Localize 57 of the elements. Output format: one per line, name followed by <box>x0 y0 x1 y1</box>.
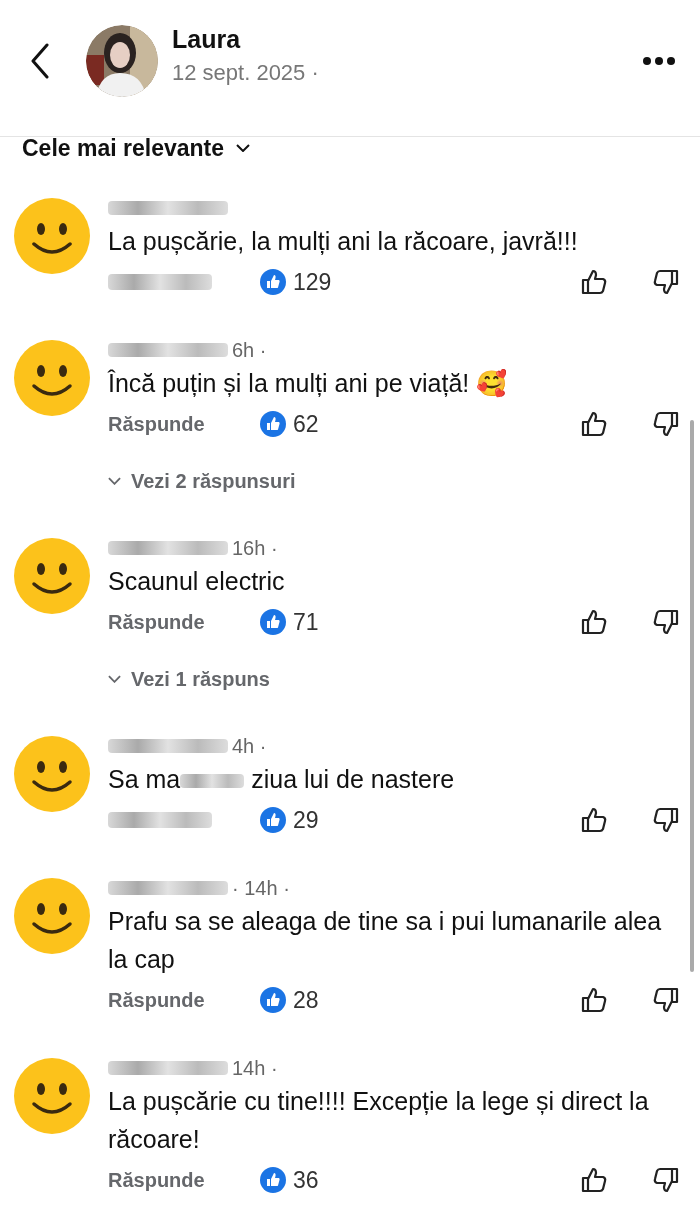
caret-icon <box>108 675 121 683</box>
thumbs-up-icon[interactable] <box>580 410 608 438</box>
like-reaction-icon <box>260 269 286 295</box>
like-reaction-icon <box>260 411 286 437</box>
caret-icon <box>108 477 121 485</box>
comment-text: La pușcărie, la mulți ani la răcoare, javră!!! <box>108 227 578 255</box>
like-count: 129 <box>293 268 332 296</box>
smiley-avatar-icon <box>12 196 92 276</box>
post-date: 12 sept. 2025 · <box>172 59 320 86</box>
back-icon[interactable] <box>30 43 50 79</box>
reply-link[interactable]: Răspunde <box>108 1168 260 1192</box>
thumbs-down-icon[interactable] <box>652 608 680 636</box>
sort-dropdown[interactable]: Cele mai relevante <box>22 135 250 161</box>
comment-text: Scaunul electric <box>108 567 285 595</box>
comment-text: Prafu sa se aleaga de tine sa i pui lumanarile alea la cap <box>108 907 662 973</box>
like-reaction-icon <box>260 609 286 635</box>
caret-icon <box>236 144 250 152</box>
thumbs-down-icon[interactable] <box>652 410 680 438</box>
comment-time: 14h · <box>232 1056 278 1080</box>
like-count: 71 <box>293 608 319 636</box>
comment-text: La pușcărie cu tine!!!! Excepție la lege și direct la răcoare! <box>108 1087 649 1153</box>
comment-text: ziua lui de nastere <box>251 765 455 793</box>
reply-link[interactable]: Răspunde <box>108 988 260 1012</box>
obscured-text <box>180 774 245 789</box>
view-replies-link[interactable]: Vezi 2 răspunsuri <box>108 468 296 494</box>
comment-time: · 14h · <box>232 876 290 900</box>
comment-text: Încă puțin și la mulți ani pe viață! 🥰 <box>108 369 508 397</box>
thumbs-up-icon[interactable] <box>580 268 608 296</box>
thumbs-up-icon[interactable] <box>580 986 608 1014</box>
like-count: 62 <box>293 410 319 438</box>
thumbs-up-icon[interactable] <box>580 806 608 834</box>
reply-link[interactable]: Răspunde <box>108 610 260 634</box>
thumbs-down-icon[interactable] <box>652 806 680 834</box>
thumbs-down-icon[interactable] <box>652 1166 680 1194</box>
reply-link[interactable]: Răspunde <box>108 412 260 436</box>
smiley-avatar-icon <box>12 1056 92 1136</box>
like-reaction-icon <box>260 1167 286 1193</box>
smiley-avatar-icon <box>12 536 92 616</box>
more-icon[interactable] <box>642 56 676 66</box>
like-reaction-icon <box>260 987 286 1013</box>
smiley-avatar-icon <box>12 734 92 814</box>
like-reaction-icon <box>260 807 286 833</box>
like-count: 29 <box>293 806 319 834</box>
comment-time: 6h · <box>232 338 267 362</box>
smiley-avatar-icon <box>12 876 92 956</box>
like-count: 36 <box>293 1166 319 1194</box>
smiley-avatar-icon <box>12 338 92 418</box>
comment-text: Sa ma <box>108 765 181 793</box>
comment-time: 4h · <box>232 734 267 758</box>
thumbs-down-icon[interactable] <box>652 986 680 1014</box>
like-count: 28 <box>293 986 319 1014</box>
view-replies-link[interactable]: Vezi 1 răspuns <box>108 666 270 692</box>
thumbs-up-icon[interactable] <box>580 608 608 636</box>
comment-time: 16h · <box>232 536 278 560</box>
thumbs-down-icon[interactable] <box>652 268 680 296</box>
author-name: Laura <box>172 24 242 54</box>
thumbs-up-icon[interactable] <box>580 1166 608 1194</box>
